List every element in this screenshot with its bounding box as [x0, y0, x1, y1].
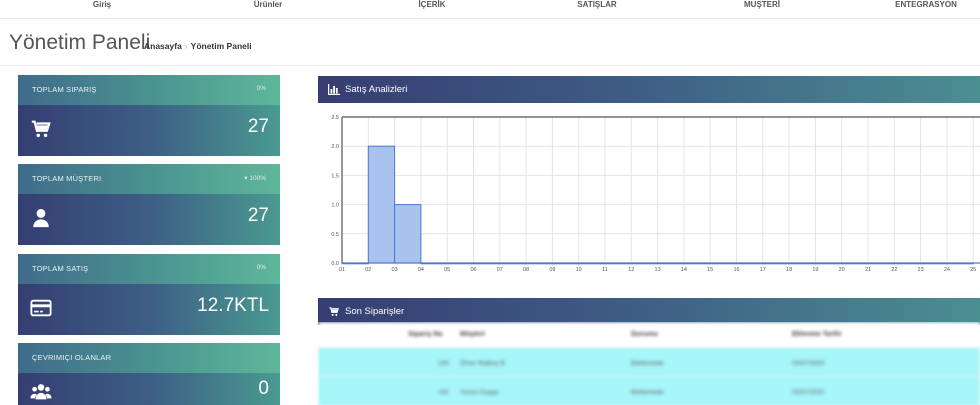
- sales-analytics-panel-header: Satış Analizleri: [318, 76, 980, 103]
- column-order-no: Sipariş No: [408, 331, 443, 338]
- y-tick-label: 2.0: [331, 144, 339, 150]
- table-row[interactable]: 143 Ömer Malkoç B Beklemede 02/07/2020: [318, 348, 980, 377]
- nav-item-musteri[interactable]: MUŞTERİ: [744, 0, 780, 12]
- stat-label: TOPLAM SIPARIŞ: [32, 85, 97, 94]
- recent-orders-title: Son Siparişler: [345, 306, 405, 317]
- x-tick-label: 12: [628, 267, 634, 273]
- nav-item-icerik[interactable]: İÇERİK: [418, 0, 445, 12]
- stat-value: 27: [247, 205, 269, 226]
- breadcrumb-current: Yönetim Paneli: [190, 41, 252, 51]
- user-icon: [33, 209, 49, 228]
- x-tick-label: 17: [760, 267, 766, 273]
- x-tick-label: 04: [418, 267, 424, 273]
- breadcrumb-separator: ›: [184, 41, 188, 51]
- cell-date: 02/07/2020: [792, 360, 825, 367]
- stat-card-online-users: ÇEVRIMIÇI OLANLAR 0: [18, 343, 280, 405]
- breadcrumb-home[interactable]: Anasayfa: [144, 41, 182, 51]
- breadcrumb: Anasayfa › Yönetim Paneli: [144, 40, 252, 52]
- x-tick-label: 13: [655, 267, 661, 273]
- x-tick-label: 01: [339, 267, 345, 273]
- stat-card-body: 27: [18, 105, 280, 156]
- cell-date: 02/07/2020: [792, 389, 825, 396]
- x-tick-label: 14: [681, 267, 687, 273]
- nav-item-satislar[interactable]: SATIŞLAR: [577, 0, 616, 12]
- x-tick-label: 25: [970, 267, 976, 273]
- top-navigation: Giriş Ürünler İÇERİK SATIŞLAR MUŞTERİ EN…: [0, 0, 980, 19]
- table-header: Sipariş No Müşteri Durumu Eklenme Tarihi: [318, 322, 980, 348]
- stat-card-body: 12.7KTL: [18, 284, 280, 335]
- cart-icon: [329, 307, 339, 316]
- users-icon: [30, 384, 52, 400]
- x-tick-label: 19: [812, 267, 818, 273]
- y-tick-label: 0.5: [331, 232, 339, 238]
- stat-percent: ▾ 100%: [244, 175, 266, 182]
- stat-percent: 0%: [256, 264, 266, 271]
- stat-card-body: 27: [18, 194, 280, 245]
- cell-order-no: 143: [438, 360, 449, 367]
- bar-03: [394, 204, 422, 264]
- stat-card-header: TOPLAM SIPARIŞ 0%: [18, 75, 280, 105]
- bar-02: [367, 145, 396, 264]
- x-tick-label: 09: [549, 267, 555, 273]
- stat-card-header: ÇEVRIMIÇI OLANLAR: [18, 343, 280, 373]
- y-tick-label: 0.0: [331, 261, 339, 267]
- x-tick-label: 18: [786, 267, 792, 273]
- stat-percent: 0%: [256, 85, 266, 92]
- stat-label: TOPLAM MÜŞTERI: [32, 174, 102, 183]
- x-tick-label: 22: [891, 267, 897, 273]
- x-tick-label: 07: [497, 267, 503, 273]
- x-tick-label: 08: [523, 267, 529, 273]
- credit-card-icon: [30, 299, 52, 317]
- stat-card-total-sales: TOPLAM SATIŞ 0% 12.7KTL: [18, 254, 280, 335]
- stat-card-body: 0: [18, 373, 280, 405]
- sales-chart-svg: 0.0 0.5 1.0 1.5 2.0 2.5 01 02 03 04 05 06 07 08 09 10 11…: [331, 115, 980, 273]
- bar-chart-icon: [328, 84, 340, 95]
- cell-customer: Yunus Duygu: [460, 389, 499, 396]
- sales-chart: 0.0 0.5 1.0 1.5 2.0 2.5 01 02 03 04 05 06 07 08 09 10 11…: [318, 103, 980, 280]
- x-tick-label: 16: [733, 267, 739, 273]
- x-tick-label: 06: [470, 267, 476, 273]
- recent-orders-table: Sipariş No Müşteri Durumu Eklenme Tarihi…: [318, 322, 980, 405]
- x-tick-label: 02: [365, 267, 371, 273]
- stat-value: 12.7KTL: [197, 295, 269, 316]
- nav-item-entegrasyon[interactable]: ENTEGRASYON: [895, 0, 957, 12]
- x-tick-label: 05: [444, 267, 450, 273]
- column-status: Durumu: [631, 331, 658, 338]
- y-tick-label: 1.0: [331, 203, 339, 209]
- page-title: Yönetim Paneli: [9, 31, 151, 54]
- x-tick-label: 11: [602, 267, 608, 273]
- stat-card-total-customers: TOPLAM MÜŞTERI ▾ 100% 27: [18, 164, 280, 245]
- stat-value: 27: [247, 116, 269, 137]
- nav-item-urunler[interactable]: Ürünler: [254, 0, 282, 12]
- x-tick-label: 15: [707, 267, 713, 273]
- stat-card-total-orders: TOPLAM SIPARIŞ 0% 27: [18, 75, 280, 156]
- x-tick-label: 24: [944, 267, 950, 273]
- x-tick-label: 20: [839, 267, 845, 273]
- column-customer: Müşteri: [460, 331, 485, 338]
- y-tick-label: 2.5: [331, 115, 339, 121]
- column-date: Eklenme Tarihi: [792, 331, 842, 338]
- y-tick-label: 1.5: [331, 173, 339, 179]
- stat-label: TOPLAM SATIŞ: [32, 264, 89, 273]
- cell-status: Beklemede: [631, 360, 664, 367]
- cell-customer: Ömer Malkoç B: [460, 360, 505, 367]
- x-tick-label: 23: [918, 267, 924, 273]
- stat-card-header: TOPLAM SATIŞ 0%: [18, 254, 280, 284]
- cell-order-no: 142: [438, 389, 449, 396]
- stat-value: 0: [258, 378, 269, 399]
- cart-icon: [31, 120, 51, 138]
- stat-label: ÇEVRIMIÇI OLANLAR: [32, 353, 112, 362]
- table-row[interactable]: 142 Yunus Duygu Beklemede 02/07/2020: [318, 377, 980, 405]
- x-tick-label: 10: [576, 267, 582, 273]
- cell-status: Beklemede: [631, 389, 664, 396]
- nav-item-giris[interactable]: Giriş: [93, 0, 111, 12]
- x-tick-label: 21: [865, 267, 871, 273]
- title-row: Yönetim Paneli Anasayfa › Yönetim Paneli: [0, 20, 980, 66]
- x-tick-label: 03: [392, 267, 398, 273]
- sales-analytics-title: Satış Analizleri: [345, 84, 408, 95]
- recent-orders-panel-header: Son Siparişler: [318, 298, 980, 325]
- stat-card-header: TOPLAM MÜŞTERI ▾ 100%: [18, 164, 280, 194]
